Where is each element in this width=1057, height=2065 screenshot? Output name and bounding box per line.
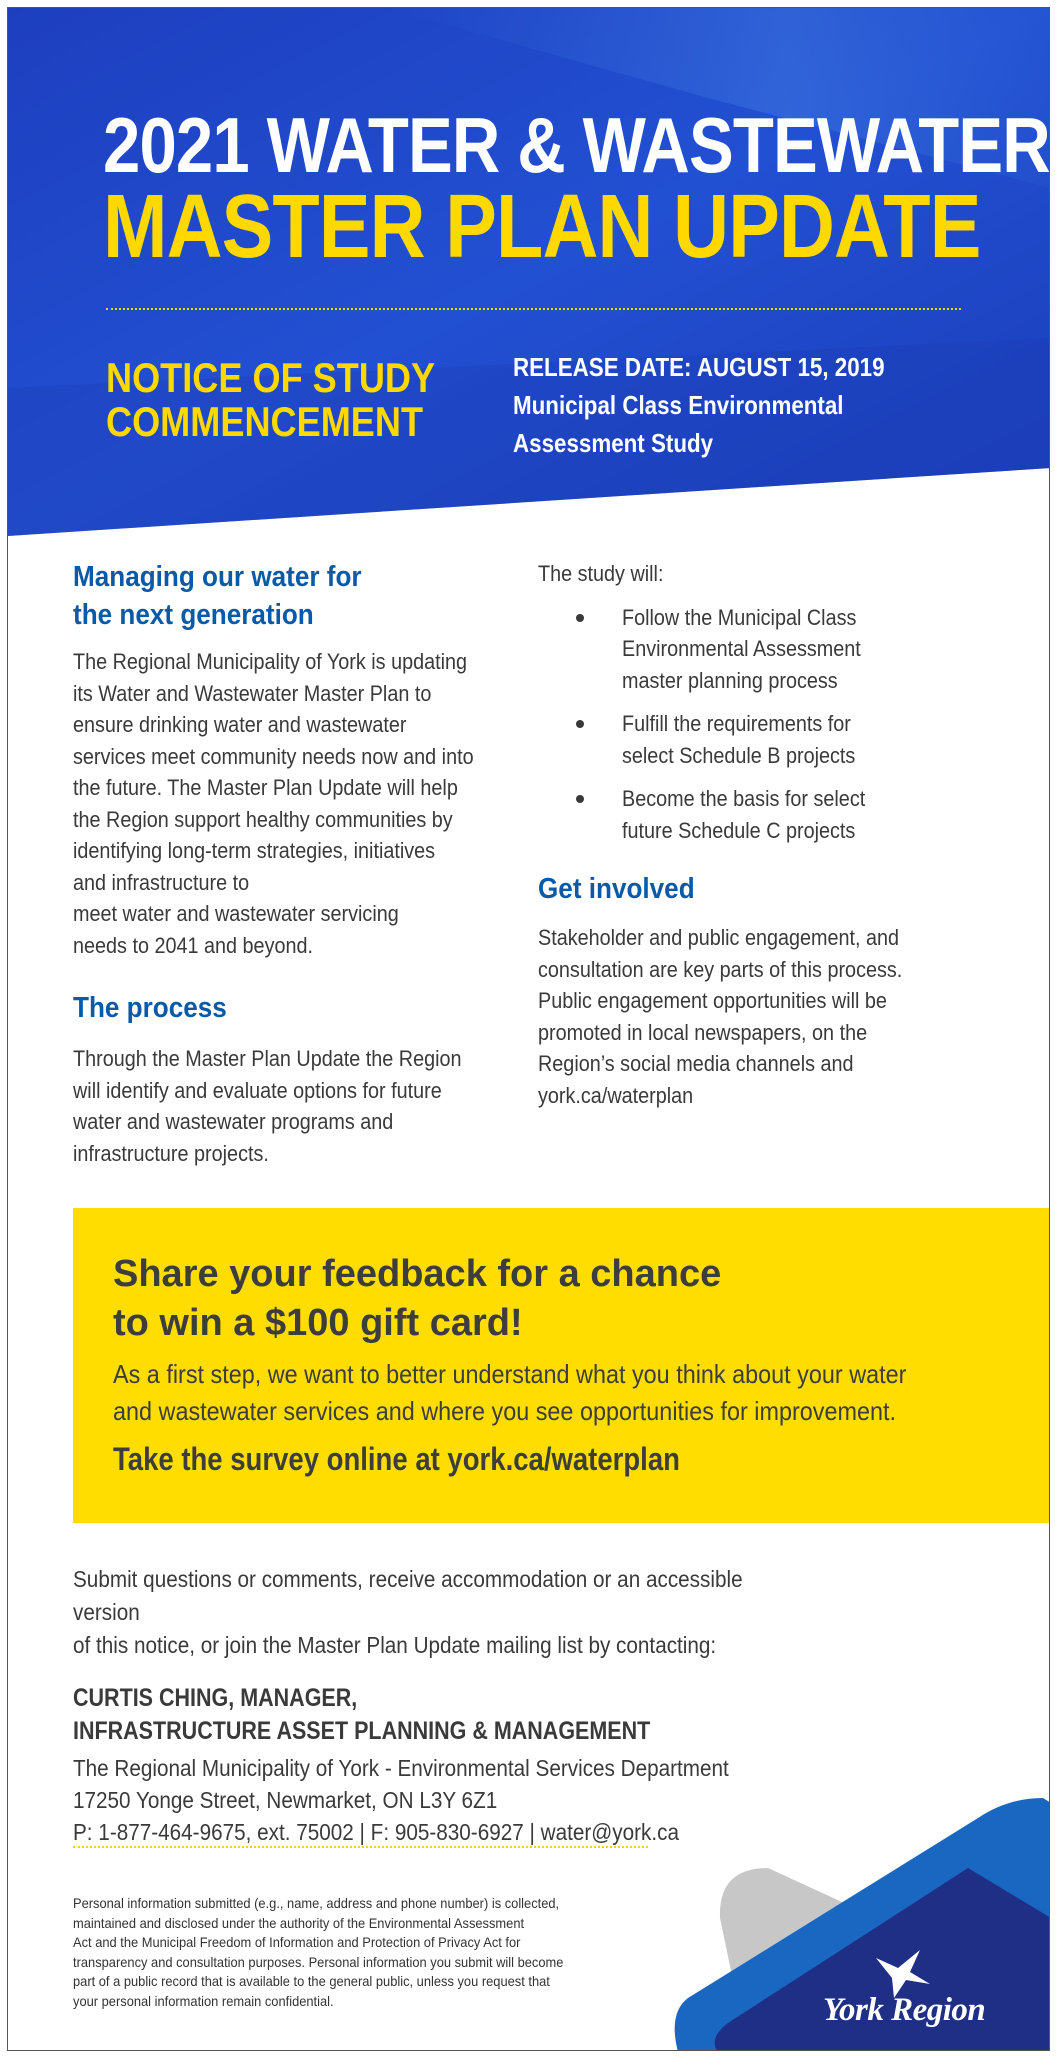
involved-body: Stakeholder and public engagement, and c… (538, 925, 903, 1108)
feedback-body: As a first step, we want to better under… (113, 1359, 907, 1426)
managing-body: The Regional Municipality of York is upd… (73, 649, 474, 958)
study-bullet-list: Follow the Municipal Class Environmental… (538, 602, 1018, 847)
logo-text: York Region (823, 1992, 986, 2028)
header-divider (106, 308, 961, 310)
managing-heading: Managing our water for the next generati… (73, 561, 362, 631)
involved-heading: Get involved (538, 873, 695, 905)
list-item: Follow the Municipal Class Environmental… (538, 602, 1018, 697)
left-column: Managing our water for the next generati… (73, 558, 543, 1169)
footer-divider (73, 1846, 648, 1848)
contact-intro: Submit questions or comments, receive ac… (73, 1566, 743, 1658)
notice-page: 2021 WATER & WASTEWATER MASTER PLAN UPDA… (7, 7, 1050, 2051)
bullet-icon (576, 613, 584, 622)
title-line-2: MASTER PLAN UPDATE (103, 177, 981, 277)
survey-link[interactable]: Take the survey online at york.ca/waterp… (113, 1441, 680, 1478)
feedback-panel: Share your feedback for a chance to win … (73, 1208, 1049, 1523)
list-item: Fulfill the requirements for select Sche… (538, 708, 1018, 771)
process-heading: The process (73, 992, 227, 1024)
contact-name: CURTIS CHING, MANAGER, INFRASTRUCTURE AS… (73, 1684, 651, 1745)
header-banner: 2021 WATER & WASTEWATER MASTER PLAN UPDA… (8, 8, 1049, 568)
header-background (8, 8, 1049, 536)
notice-heading: NOTICE OF STUDY COMMENCEMENT (106, 354, 436, 445)
release-info: RELEASE DATE: AUGUST 15, 2019 Municipal … (513, 352, 885, 458)
privacy-notice: Personal information submitted (e.g., na… (73, 1895, 564, 2009)
process-body: Through the Master Plan Update the Regio… (73, 1046, 462, 1166)
list-item: Become the basis for select future Sched… (538, 783, 1018, 846)
study-intro: The study will: (538, 561, 664, 586)
bullet-icon (576, 795, 584, 803)
bullet-icon (576, 720, 584, 728)
feedback-headline: Share your feedback for a chance to win … (113, 1253, 722, 1344)
right-column: The study will: Follow the Municipal Cla… (538, 558, 1018, 1111)
